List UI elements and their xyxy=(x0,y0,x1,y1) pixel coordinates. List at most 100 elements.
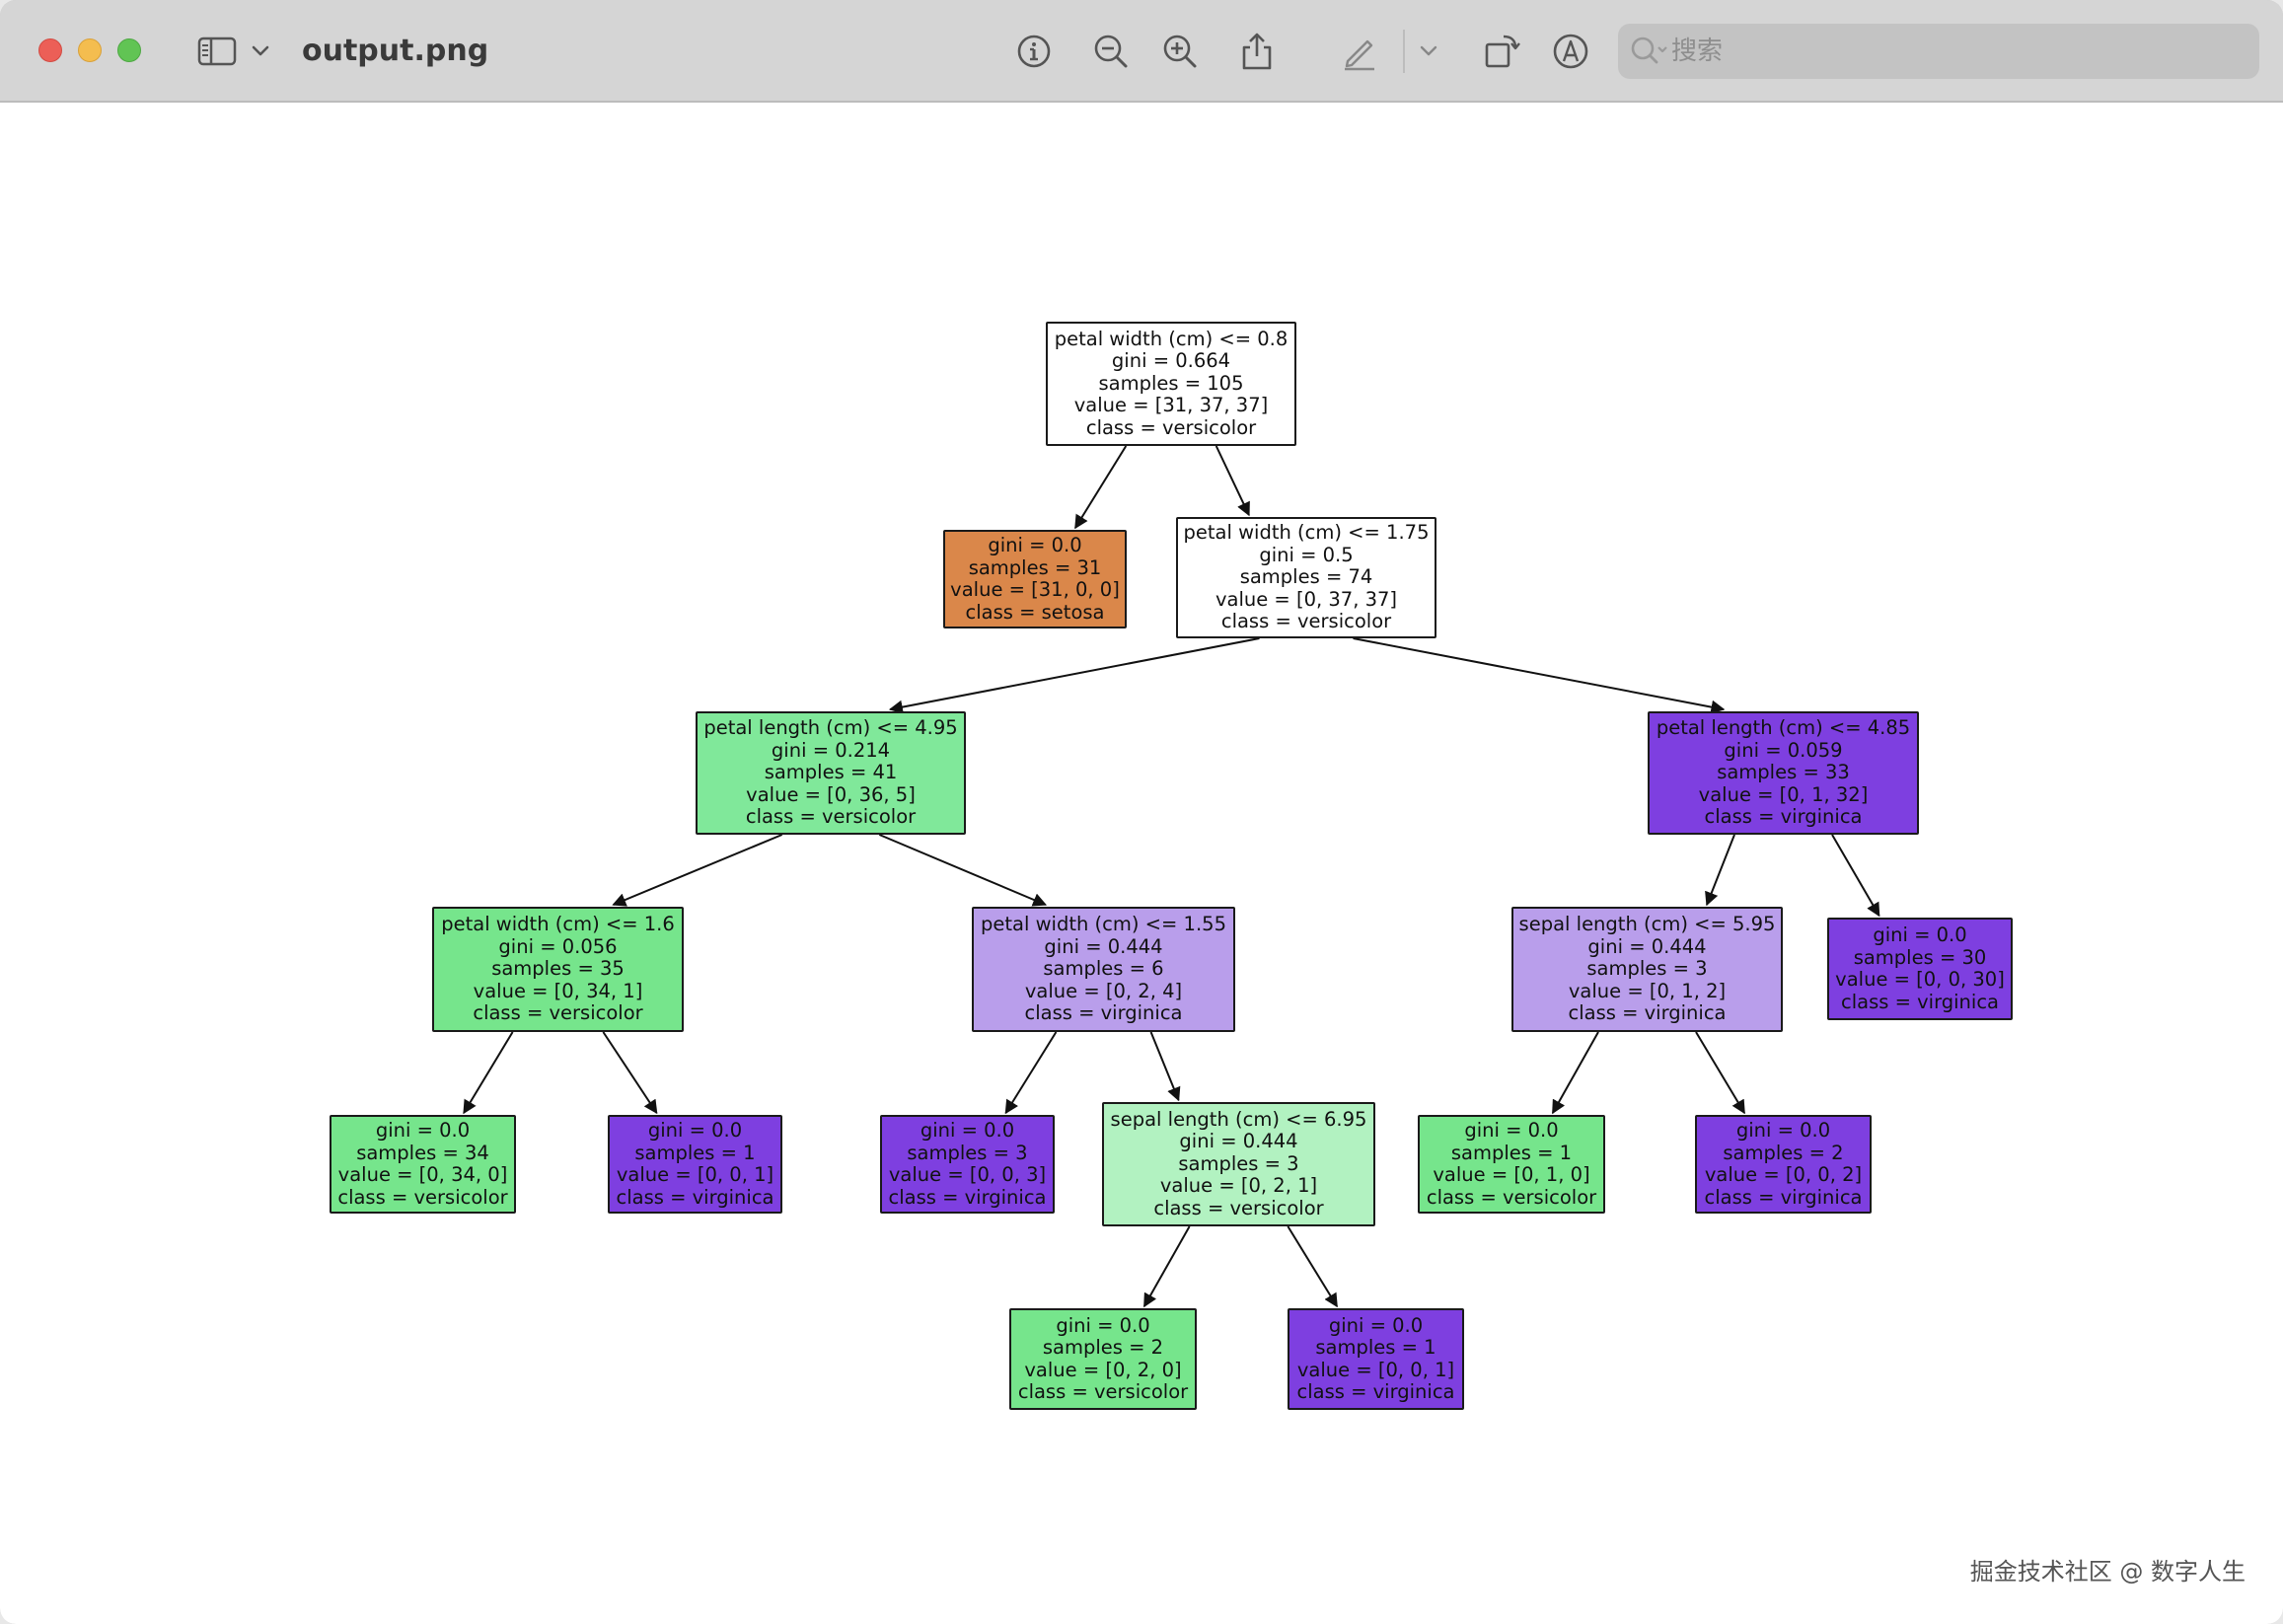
tree-node-line: samples = 3 xyxy=(1178,1151,1299,1175)
markup-pen-icon xyxy=(1345,39,1374,71)
share-icon xyxy=(1242,33,1272,70)
tree-node-line: class = virginica xyxy=(1296,1380,1455,1403)
tree-edge-n3-n5 xyxy=(612,834,783,907)
tree-node-n10: gini = 0.0 samples = 1 value = [0, 0, 1] cl… xyxy=(608,1115,782,1214)
tree-node-line: class = virginica xyxy=(1704,1185,1863,1209)
tree-node-n8: gini = 0.0 samples = 30 value = [0, 0, 30]… xyxy=(1827,918,2013,1020)
tree-node-line: samples = 2 xyxy=(1723,1141,1844,1164)
tree-node-line: samples = 34 xyxy=(356,1141,489,1164)
close-window-button[interactable] xyxy=(38,38,62,62)
zoom-out-button[interactable] xyxy=(1087,28,1135,75)
tree-node-line: gini = 0.0 xyxy=(1056,1313,1150,1337)
tree-node-line: samples = 6 xyxy=(1043,957,1164,981)
tree-node-n12: sepal length (cm) <= 6.95 gini = 0.444 sam… xyxy=(1102,1102,1375,1226)
tree-node-line: gini = 0.0 xyxy=(988,534,1082,556)
tree-node-line: value = [0, 2, 4] xyxy=(1024,979,1183,1002)
tree-node-line: gini = 0.0 xyxy=(1873,923,1967,946)
tree-edge-n7-n14 xyxy=(1695,1031,1745,1115)
tree-edge-n0-n2 xyxy=(1215,445,1250,517)
annotate-icon xyxy=(1553,34,1588,69)
tree-node-line: class = virginica xyxy=(1568,1001,1727,1025)
preview-window: output.png 搜索 petal width (cm) <= 0.8 gi… xyxy=(0,0,2283,1624)
tree-node-line: sepal length (cm) <= 5.95 xyxy=(1518,913,1776,936)
tree-node-line: class = virginica xyxy=(1840,990,2000,1013)
tree-edge-n6-n12 xyxy=(1149,1031,1181,1102)
tree-node-n15: gini = 0.0 samples = 2 value = [0, 2, 0] cl… xyxy=(1009,1308,1197,1410)
tree-node-line: samples = 105 xyxy=(1098,371,1244,395)
tree-node-line: class = virginica xyxy=(888,1185,1047,1209)
tree-node-line: value = [31, 0, 0] xyxy=(950,578,1120,601)
tree-node-line: class = versicolor xyxy=(745,805,917,829)
zoom-out-icon xyxy=(1094,35,1128,68)
tree-node-line: samples = 3 xyxy=(907,1141,1028,1164)
sidebar-menu-button[interactable] xyxy=(241,28,280,75)
tree-node-line: gini = 0.0 xyxy=(1735,1119,1831,1142)
tree-node-line: petal width (cm) <= 1.75 xyxy=(1183,521,1430,545)
info-icon xyxy=(1017,35,1051,68)
tree-node-line: value = [31, 37, 37] xyxy=(1073,394,1269,417)
zoom-in-button[interactable] xyxy=(1156,28,1204,75)
tree-node-line: value = [0, 37, 37] xyxy=(1215,587,1398,611)
tree-node-n11: gini = 0.0 samples = 3 value = [0, 0, 3] cl… xyxy=(880,1115,1055,1214)
tree-node-line: class = versicolor xyxy=(1085,415,1257,439)
maximize-window-button[interactable] xyxy=(117,38,141,62)
search-icon xyxy=(1631,37,1667,64)
watermark: 掘金技术社区 @ 数字人生 xyxy=(1969,1558,2246,1586)
tree-node-line: samples = 1 xyxy=(634,1141,756,1164)
tree-edge-n3-n6 xyxy=(878,834,1048,907)
tree-node-n6: petal width (cm) <= 1.55 gini = 0.444 samp… xyxy=(972,907,1235,1032)
tree-node-line: class = virginica xyxy=(1704,805,1863,829)
tree-node-line: value = [0, 0, 1] xyxy=(616,1163,774,1186)
chevron-down-icon xyxy=(252,45,269,56)
sidebar-icon xyxy=(197,37,237,66)
tree-edge-n6-n11 xyxy=(1004,1031,1058,1115)
rotate-button[interactable] xyxy=(1478,28,1525,75)
rotate-icon xyxy=(1485,35,1520,68)
tree-node-line: petal width (cm) <= 1.55 xyxy=(981,913,1226,936)
tree-node-line: gini = 0.0 xyxy=(375,1119,471,1142)
tree-node-line: petal length (cm) <= 4.85 xyxy=(1656,716,1911,740)
tree-node-line: class = versicolor xyxy=(1153,1196,1324,1219)
tree-node-line: class = versicolor xyxy=(337,1185,508,1209)
tree-node-line: gini = 0.214 xyxy=(771,738,891,762)
tree-node-line: value = [0, 36, 5] xyxy=(746,782,916,806)
tree-node-n9: gini = 0.0 samples = 34 value = [0, 34, 0]… xyxy=(330,1115,516,1214)
tree-edge-n12-n16 xyxy=(1287,1225,1338,1308)
tree-node-n5: petal width (cm) <= 1.6 gini = 0.056 sampl… xyxy=(432,907,684,1032)
tree-node-n13: gini = 0.0 samples = 1 value = [0, 1, 0] cl… xyxy=(1418,1115,1605,1214)
share-button[interactable] xyxy=(1233,28,1281,75)
tree-node-line: value = [0, 0, 1] xyxy=(1296,1358,1455,1381)
tree-node-line: samples = 30 xyxy=(1853,945,1987,969)
annotate-button[interactable] xyxy=(1547,28,1594,75)
tree-edge-n4-n7 xyxy=(1705,834,1735,907)
tree-node-line: class = versicolor xyxy=(473,1001,643,1025)
tree-node-line: value = [0, 1, 0] xyxy=(1433,1163,1590,1186)
tree-node-line: gini = 0.5 xyxy=(1259,543,1354,566)
tree-node-line: class = virginica xyxy=(616,1185,774,1209)
tree-node-line: class = setosa xyxy=(965,600,1105,624)
tree-node-line: samples = 41 xyxy=(764,761,898,784)
tree-edge-n4-n8 xyxy=(1831,834,1880,918)
tree-edge-n2-n4 xyxy=(1353,637,1726,714)
tree-node-line: samples = 3 xyxy=(1586,957,1708,981)
toolbar-separator xyxy=(1403,30,1405,73)
tree-node-line: value = [0, 0, 30] xyxy=(1835,968,2005,991)
markup-menu-button[interactable] xyxy=(1409,28,1448,75)
tree-node-line: samples = 1 xyxy=(1315,1336,1436,1359)
tree-edge-n7-n13 xyxy=(1551,1031,1599,1115)
tree-node-line: gini = 0.059 xyxy=(1724,738,1843,762)
tree-node-line: samples = 1 xyxy=(1450,1141,1573,1164)
tree-edge-n2-n3 xyxy=(888,637,1260,714)
tree-node-line: value = [0, 0, 2] xyxy=(1704,1163,1863,1186)
image-canvas: petal width (cm) <= 0.8 gini = 0.664 sampl… xyxy=(0,103,2283,1624)
tree-node-line: value = [0, 1, 2] xyxy=(1568,979,1727,1002)
tree-node-n1: gini = 0.0 samples = 31 value = [31, 0, 0]… xyxy=(943,530,1127,628)
minimize-window-button[interactable] xyxy=(78,38,102,62)
info-button[interactable] xyxy=(1010,28,1058,75)
markup-button[interactable] xyxy=(1336,28,1383,75)
tree-node-line: samples = 35 xyxy=(491,957,625,981)
search-placeholder: 搜索 xyxy=(1671,37,1724,66)
search-field[interactable]: 搜索 xyxy=(1618,24,2259,79)
sidebar-toggle-button[interactable] xyxy=(193,28,241,75)
tree-node-line: value = [0, 2, 1] xyxy=(1159,1174,1318,1198)
